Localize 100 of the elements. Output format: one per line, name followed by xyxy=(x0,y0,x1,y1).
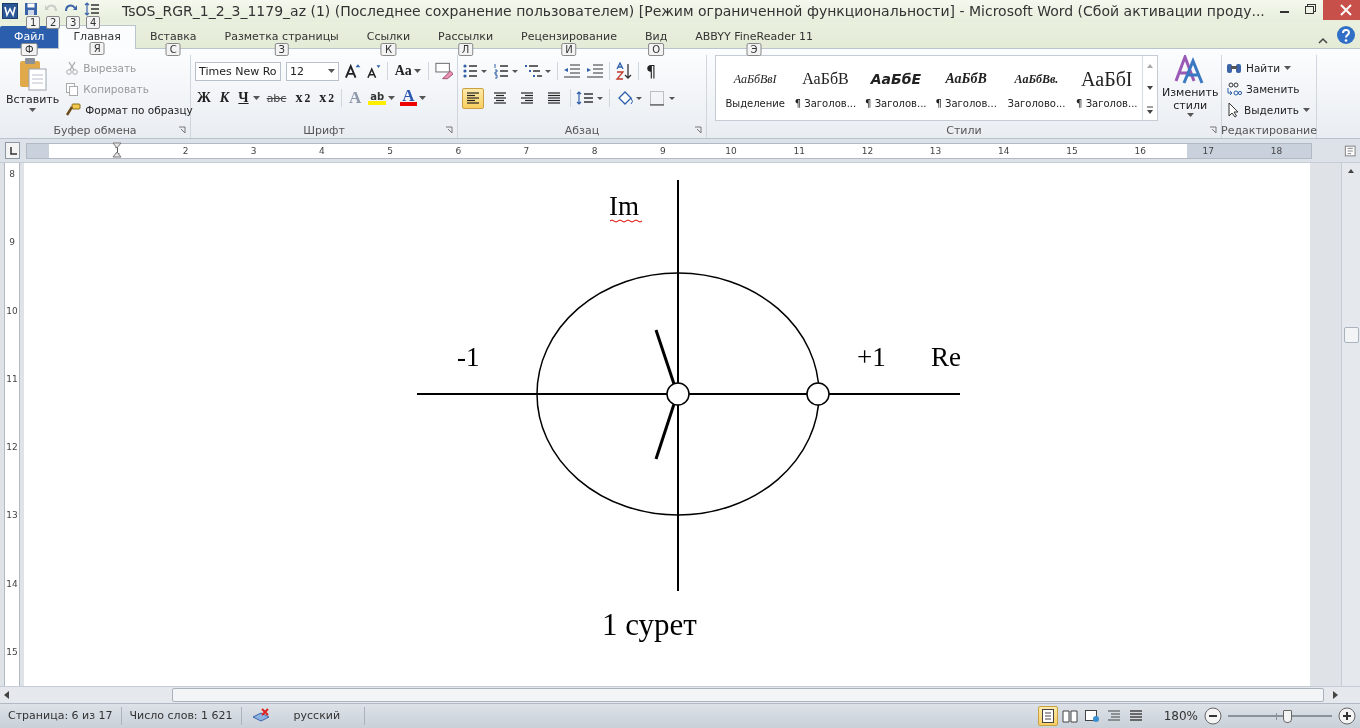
dialog-launcher-icon[interactable] xyxy=(445,126,453,134)
ruler-number: 3 xyxy=(249,145,258,156)
bullets-icon[interactable] xyxy=(462,63,488,79)
page-count[interactable]: Страница: 6 из 17 xyxy=(0,707,122,725)
scrollbar-thumb[interactable] xyxy=(1343,327,1359,343)
dialog-launcher-icon[interactable] xyxy=(1209,126,1217,134)
alignment-icon xyxy=(465,91,481,105)
ruler-number: 7 xyxy=(522,145,531,156)
book-icon xyxy=(1061,709,1078,723)
word-count[interactable]: Число слов: 1 621 xyxy=(121,707,242,725)
close-icon[interactable] xyxy=(1322,0,1360,20)
globe-page-icon xyxy=(1083,709,1100,723)
print-view-button[interactable] xyxy=(1037,706,1058,726)
axis-label: Re xyxy=(931,342,961,372)
ruler-number: 6 xyxy=(454,145,463,156)
key-tip: 3 xyxy=(66,16,81,29)
clear-formatting-icon[interactable] xyxy=(433,62,453,80)
indent-marker-icon[interactable] xyxy=(112,141,123,158)
ruler-number: 13 xyxy=(6,509,18,522)
zero-marker xyxy=(666,382,690,406)
caret-icon xyxy=(1303,108,1311,112)
style-item[interactable]: АаБбI ¶ Заголов... xyxy=(1071,58,1142,118)
proofing-error-icon[interactable] xyxy=(251,708,272,724)
dialog-launcher-icon[interactable] xyxy=(178,126,186,134)
sort-icon[interactable] xyxy=(615,62,633,80)
borders-icon[interactable] xyxy=(648,89,676,107)
numbering-icon[interactable] xyxy=(493,63,519,79)
ruler-number: 17 xyxy=(1201,145,1216,156)
style-item[interactable]: АаБбВв. Заголово... xyxy=(1001,58,1072,118)
language-indicator[interactable]: русский xyxy=(275,707,366,725)
ruler-number: 8 xyxy=(9,168,15,180)
style-item[interactable]: АаБбВ ¶ Заголов... xyxy=(931,58,1002,118)
font-color-button[interactable]: A xyxy=(400,90,417,106)
page-lines-icon xyxy=(1039,709,1056,723)
page-lines-icon xyxy=(1127,709,1144,723)
copy-icon xyxy=(65,82,80,96)
view-ruler-icon[interactable] xyxy=(1343,143,1356,158)
key-tip: Э xyxy=(746,43,762,56)
replace-button[interactable]: Заменить xyxy=(1226,80,1311,98)
scrollbar-thumb[interactable] xyxy=(172,688,1324,702)
zoom-slider-thumb[interactable] xyxy=(1283,709,1293,723)
select-button[interactable]: Выделить xyxy=(1226,101,1311,119)
caret-icon xyxy=(1284,66,1292,70)
multilevel-list-icon[interactable] xyxy=(524,63,552,79)
quick-access-button[interactable] xyxy=(84,2,102,16)
ruler-number: 9 xyxy=(658,145,667,156)
spelling-underline xyxy=(609,219,643,223)
ruler-number: 15 xyxy=(1065,145,1079,156)
ruler-number: 11 xyxy=(6,372,18,385)
replace-icon xyxy=(1226,81,1242,97)
caret-icon xyxy=(413,69,421,73)
shrink-font-icon[interactable] xyxy=(366,63,382,79)
scissors-icon xyxy=(65,61,80,75)
change-styles-button[interactable]: Изменить стили xyxy=(1162,55,1219,122)
paste-button[interactable]: Вставить xyxy=(4,55,62,122)
binoculars-icon xyxy=(1226,61,1242,75)
style-item[interactable]: АаБбЕ ¶ Заголов... xyxy=(860,58,931,118)
format-button[interactable]: abc xyxy=(264,88,289,108)
increase-indent-icon[interactable] xyxy=(586,63,604,79)
style-item[interactable]: АаБбВ ¶ Заголов... xyxy=(790,58,861,118)
brush-button[interactable]: Формат по образцу xyxy=(65,101,193,119)
show-formatting-button[interactable]: ¶ xyxy=(644,61,659,81)
line-spacing-icon[interactable] xyxy=(576,90,604,106)
font-size-field[interactable]: 12 xyxy=(286,61,340,81)
decrease-indent-icon[interactable] xyxy=(563,63,581,79)
key-tip: О xyxy=(648,43,665,56)
ruler-number: 5 xyxy=(386,145,394,156)
change-case-button[interactable]: Aa xyxy=(392,61,423,81)
caret-icon[interactable] xyxy=(252,96,260,100)
caret-icon[interactable] xyxy=(388,96,396,100)
format-button[interactable]: Ж xyxy=(195,88,213,108)
find-button[interactable]: Найти xyxy=(1226,59,1311,77)
vertical-scrollbar[interactable] xyxy=(1341,163,1360,686)
zoom-out-icon[interactable] xyxy=(1204,707,1222,725)
help-icon[interactable] xyxy=(1336,25,1356,45)
alignment-icon xyxy=(546,91,562,105)
zoom-in-icon[interactable] xyxy=(1338,707,1356,725)
caret-icon[interactable] xyxy=(418,96,426,100)
quick-access-button[interactable] xyxy=(24,2,38,16)
key-tip: К xyxy=(380,43,396,56)
key-tip: 1 xyxy=(26,16,41,29)
caret-icon xyxy=(328,69,336,73)
dialog-launcher-icon[interactable] xyxy=(694,126,702,134)
ruler-number: 18 xyxy=(1269,145,1284,156)
format-button[interactable]: Ч xyxy=(236,88,251,108)
highlight-button[interactable]: ab xyxy=(368,91,387,105)
ruler-number: 12 xyxy=(6,441,18,454)
alignment-icon xyxy=(492,91,508,105)
ruler-number: 12 xyxy=(860,145,875,156)
ruler-number: 14 xyxy=(997,145,1011,156)
tab-selector[interactable] xyxy=(5,142,21,159)
font-name-field[interactable]: Times New Ro xyxy=(195,61,281,81)
word-icon[interactable] xyxy=(2,3,18,19)
zoom-level[interactable]: 180% xyxy=(1163,709,1198,723)
ruler-number: 10 xyxy=(724,145,738,156)
style-item[interactable]: АаБбВвI Выделение xyxy=(720,58,791,118)
grow-font-icon[interactable] xyxy=(344,63,362,79)
pointer-icon xyxy=(1226,102,1240,118)
align-left-button[interactable] xyxy=(462,87,484,109)
format-button[interactable]: К xyxy=(217,88,232,108)
